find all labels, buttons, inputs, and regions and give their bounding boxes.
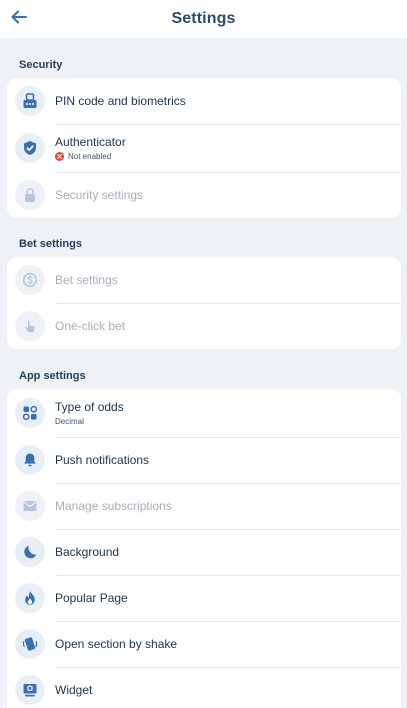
settings-item-push-notifications[interactable]: Push notifications — [7, 437, 401, 483]
app-settings-card: Type of odds Decimal Push notifications … — [7, 389, 401, 708]
dollar-coin-icon — [15, 265, 45, 295]
settings-item-popular-page[interactable]: Popular Page — [7, 575, 401, 621]
settings-item-label: Open section by shake — [55, 637, 178, 651]
settings-item-label: Background — [55, 545, 120, 559]
back-button[interactable] — [8, 5, 30, 29]
settings-item-label: Type of odds — [55, 400, 124, 414]
settings-item-open-section-by-shake[interactable]: Open section by shake — [7, 621, 401, 667]
settings-item-manage-subscriptions[interactable]: Manage subscriptions — [7, 483, 401, 529]
tap-hand-icon — [15, 311, 45, 341]
security-card: PIN code and biometrics Authenticator No… — [7, 78, 401, 218]
authenticator-status: Not enabled — [55, 152, 126, 161]
settings-item-label: Widget — [55, 683, 93, 697]
settings-item-label: Bet settings — [55, 273, 118, 287]
shake-phone-icon — [15, 629, 45, 659]
moon-icon — [15, 537, 45, 567]
settings-item-security-settings[interactable]: Security settings — [7, 172, 401, 218]
settings-item-one-click-bet[interactable]: One-click bet — [7, 303, 401, 349]
page-title: Settings — [171, 10, 236, 27]
settings-item-label: Popular Page — [55, 591, 128, 605]
settings-item-label: Authenticator — [55, 135, 126, 149]
settings-item-type-of-odds[interactable]: Type of odds Decimal — [7, 389, 401, 437]
section-title-security: Security — [19, 59, 63, 71]
flame-icon — [15, 583, 45, 613]
grid-odds-icon — [15, 398, 45, 428]
settings-item-widget[interactable]: Widget — [7, 667, 401, 708]
settings-item-label: Manage subscriptions — [55, 499, 172, 513]
settings-item-label: Security settings — [55, 188, 144, 202]
lock-icon — [15, 180, 45, 210]
error-x-icon — [55, 152, 64, 161]
shield-check-icon — [15, 133, 45, 163]
status-text: Not enabled — [68, 152, 112, 161]
settings-item-label: Push notifications — [55, 453, 150, 467]
arrow-left-icon — [11, 10, 27, 24]
section-title-bet-settings: Bet settings — [19, 238, 82, 250]
settings-item-bet-settings[interactable]: Bet settings — [7, 257, 401, 303]
bell-icon — [15, 445, 45, 475]
bet-settings-card: Bet settings One-click bet — [7, 257, 401, 349]
settings-item-label: One-click bet — [55, 319, 126, 333]
settings-item-pin-biometrics[interactable]: PIN code and biometrics — [7, 78, 401, 124]
pin-keypad-icon — [15, 86, 45, 116]
widget-icon — [15, 675, 45, 705]
envelope-icon — [15, 491, 45, 521]
settings-item-authenticator[interactable]: Authenticator Not enabled — [7, 124, 401, 172]
section-title-app-settings: App settings — [19, 370, 86, 382]
settings-item-label: PIN code and biometrics — [55, 94, 186, 108]
top-bar: Settings — [0, 0, 407, 38]
odds-type-value: Decimal — [55, 417, 84, 426]
settings-item-background[interactable]: Background — [7, 529, 401, 575]
